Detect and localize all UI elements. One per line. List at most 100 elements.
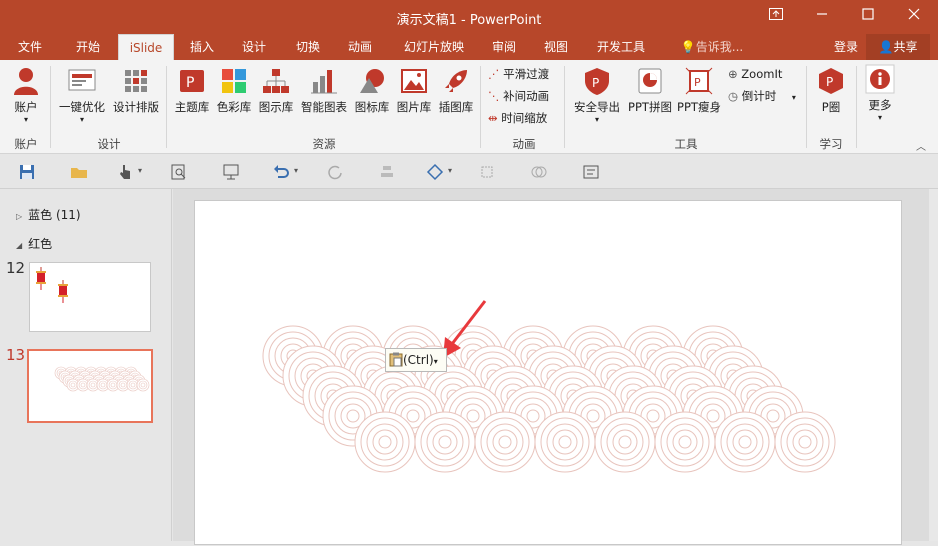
redo-icon[interactable] bbox=[326, 163, 344, 181]
color-library-button[interactable]: 色彩库 bbox=[214, 66, 254, 115]
tab-slideshow[interactable]: 幻灯片放映 bbox=[396, 34, 472, 60]
preview-icon[interactable] bbox=[170, 163, 188, 181]
tab-islide[interactable]: iSlide bbox=[118, 34, 174, 60]
tab-developer[interactable]: 开发工具 bbox=[588, 34, 654, 60]
chevron-down-icon[interactable]: ▾ bbox=[448, 166, 452, 175]
shape-outline-icon[interactable] bbox=[426, 163, 444, 181]
p-circle-label: P圈 bbox=[821, 100, 841, 114]
one-click-optimize-button[interactable]: 一键优化 ▾ bbox=[56, 66, 108, 124]
color-library-label: 色彩库 bbox=[216, 100, 252, 114]
shapes-icon bbox=[360, 69, 384, 93]
close-icon bbox=[908, 8, 920, 20]
chevron-down-icon[interactable]: ▾ bbox=[138, 166, 142, 175]
svg-text:P: P bbox=[694, 76, 701, 89]
zoomit-button[interactable]: ⊕ ZoomIt bbox=[728, 65, 782, 83]
time-scale-icon: ⇹ bbox=[488, 111, 498, 125]
time-scale-button[interactable]: ⇹ 时间缩放 bbox=[488, 109, 547, 127]
paste-options-button[interactable]: (Ctrl)▾ bbox=[385, 348, 447, 372]
wave-circles-pattern[interactable] bbox=[195, 201, 903, 546]
puzzle-icon bbox=[638, 68, 662, 94]
svg-text:P: P bbox=[826, 75, 833, 89]
tab-review[interactable]: 审阅 bbox=[482, 34, 526, 60]
section-blue[interactable]: ▷ 蓝色 (11) bbox=[16, 206, 81, 222]
ppt-puzzle-button[interactable]: PPT拼图 bbox=[626, 66, 674, 115]
paste-options-label: (Ctrl) bbox=[403, 353, 434, 367]
maximize-icon bbox=[862, 8, 874, 20]
tween-animation-button[interactable]: ⋱ 补间动画 bbox=[488, 87, 549, 105]
smooth-transition-label: 平滑过渡 bbox=[503, 67, 550, 81]
secure-export-button[interactable]: P 安全导出 ▾ bbox=[570, 66, 624, 124]
design-layout-button[interactable]: 设计排版 bbox=[110, 66, 162, 115]
slide-editing-area: (Ctrl)▾ bbox=[173, 189, 938, 545]
collapse-ribbon-icon[interactable]: ︿ bbox=[916, 138, 926, 153]
text-box-icon[interactable] bbox=[582, 163, 600, 181]
share-button[interactable]: 👤共享 bbox=[866, 34, 930, 60]
wave-pattern-thumbnail bbox=[54, 366, 150, 392]
tab-home[interactable]: 开始 bbox=[66, 34, 110, 60]
countdown-button[interactable]: ◷ 倒计时 ▾ bbox=[728, 87, 796, 105]
slide-thumbnail-13[interactable] bbox=[27, 349, 153, 423]
quick-toolbar: ▾ ▾ ▾ bbox=[0, 155, 938, 189]
tab-design[interactable]: 设计 bbox=[232, 34, 276, 60]
diagram-library-button[interactable]: 图示库 bbox=[256, 66, 296, 115]
wave-circle-group bbox=[594, 411, 656, 473]
tab-view[interactable]: 视图 bbox=[534, 34, 578, 60]
vertical-scrollbar[interactable] bbox=[929, 189, 938, 541]
tab-file[interactable]: 文件 bbox=[8, 34, 52, 60]
crop-icon[interactable] bbox=[478, 163, 496, 181]
group-separator bbox=[856, 66, 857, 148]
wave-circle-ring bbox=[534, 411, 596, 473]
palette-icon bbox=[222, 69, 246, 93]
zoom-in-icon: ⊕ bbox=[728, 67, 738, 81]
smooth-transition-button[interactable]: ⋰ 平滑过渡 bbox=[488, 65, 549, 83]
tell-me-box[interactable]: 💡告诉我... bbox=[672, 34, 752, 60]
smart-chart-button[interactable]: 智能图表 bbox=[298, 66, 350, 115]
section-red[interactable]: ◢ 红色 bbox=[16, 235, 52, 251]
save-icon[interactable] bbox=[18, 163, 36, 181]
svg-text:P: P bbox=[592, 76, 599, 90]
touch-mode-icon[interactable] bbox=[116, 163, 134, 181]
tab-animations[interactable]: 动画 bbox=[338, 34, 382, 60]
account-label: 账户 bbox=[14, 100, 38, 114]
merge-shapes-icon[interactable] bbox=[530, 163, 548, 181]
align-icon[interactable] bbox=[378, 163, 396, 181]
picture-icon bbox=[401, 69, 427, 93]
close-button[interactable] bbox=[894, 4, 934, 28]
ppt-slim-button[interactable]: P PPT瘦身 bbox=[676, 66, 722, 115]
icon-library-button[interactable]: 图标库 bbox=[352, 66, 392, 115]
more-button[interactable]: 更多 ▾ bbox=[862, 64, 898, 122]
chevron-down-icon[interactable]: ▾ bbox=[294, 166, 298, 175]
undo-icon[interactable] bbox=[272, 163, 290, 181]
info-icon bbox=[865, 64, 895, 94]
group-separator bbox=[480, 66, 481, 148]
sign-in-link[interactable]: 登录 bbox=[826, 34, 866, 60]
maximize-button[interactable] bbox=[848, 4, 888, 28]
shield-icon: P bbox=[585, 68, 609, 95]
group-separator bbox=[50, 66, 51, 148]
wave-circle-ring bbox=[354, 411, 416, 473]
ribbon-display-options-button[interactable] bbox=[756, 4, 796, 28]
slideshow-icon[interactable] bbox=[222, 163, 240, 181]
slide-thumbnail-12[interactable] bbox=[29, 262, 151, 332]
chevron-down-icon: ▾ bbox=[791, 93, 796, 102]
share-label: 共享 bbox=[893, 40, 918, 54]
minimize-button[interactable] bbox=[802, 4, 842, 28]
zoomit-label: ZoomIt bbox=[741, 67, 783, 81]
account-button[interactable]: 账户 ▾ bbox=[8, 66, 44, 124]
layout-label: 设计排版 bbox=[113, 100, 159, 114]
open-folder-icon[interactable] bbox=[70, 163, 88, 181]
p-circle-button[interactable]: P P圈 bbox=[812, 66, 850, 115]
rocket-icon bbox=[445, 70, 467, 92]
theme-library-button[interactable]: P 主题库 bbox=[172, 66, 212, 115]
illustration-library-button[interactable]: 插图库 bbox=[436, 66, 476, 115]
p-circle-icon: P bbox=[819, 68, 843, 94]
wave-circle-group bbox=[136, 378, 150, 392]
slide-canvas[interactable]: (Ctrl)▾ bbox=[194, 200, 902, 545]
group-label-learn: 学习 bbox=[819, 137, 843, 151]
tab-transitions[interactable]: 切换 bbox=[286, 34, 330, 60]
wave-circle-group bbox=[534, 411, 596, 473]
wave-circle-group bbox=[354, 411, 416, 473]
tab-insert[interactable]: 插入 bbox=[180, 34, 224, 60]
picture-library-button[interactable]: 图片库 bbox=[394, 66, 434, 115]
wave-circle-ring bbox=[474, 411, 536, 473]
